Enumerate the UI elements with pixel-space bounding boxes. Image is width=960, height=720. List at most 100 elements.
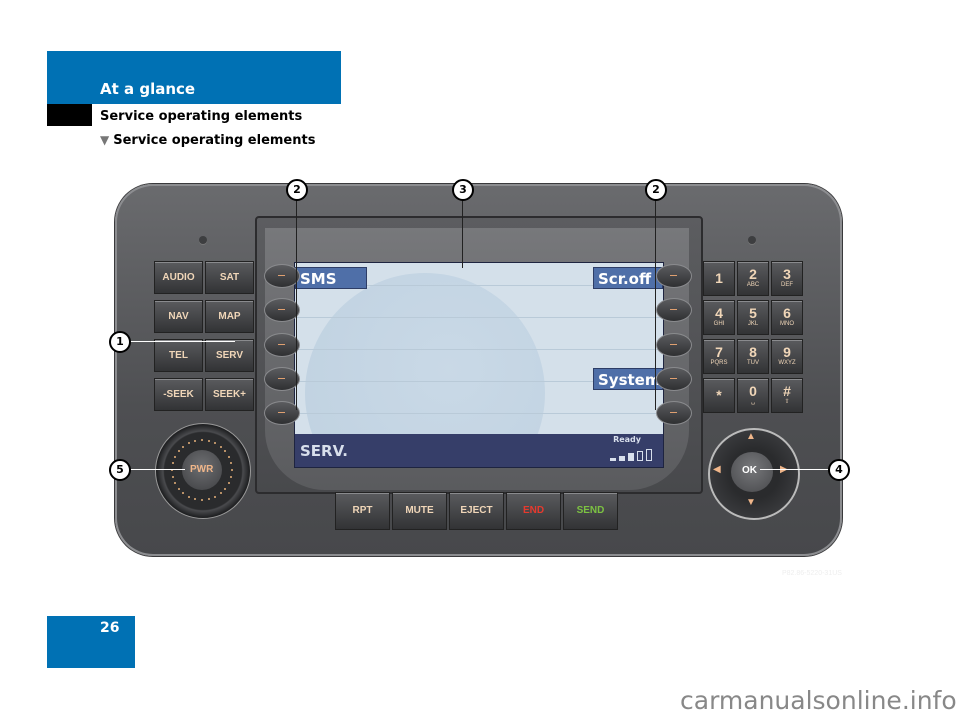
keypad-key-5[interactable]: 5 JKL bbox=[737, 300, 769, 335]
knob-indicator-dot bbox=[177, 450, 180, 453]
left-softkey-5[interactable] bbox=[264, 401, 300, 425]
eject-button[interactable]: EJECT bbox=[449, 492, 504, 530]
softkey-label-system[interactable]: System bbox=[593, 368, 663, 390]
keypad-key-1[interactable]: 1 bbox=[703, 261, 735, 296]
callout-3: 3 bbox=[452, 179, 474, 201]
knob-indicator-dot bbox=[230, 475, 233, 478]
right-softkey-3[interactable] bbox=[656, 333, 692, 357]
key-letters: GHI bbox=[713, 321, 725, 327]
knob-indicator-dot bbox=[228, 455, 231, 458]
arrow-right-icon[interactable]: ▶ bbox=[780, 465, 788, 475]
key-letters: ABC bbox=[746, 282, 760, 288]
key-letters: JKL bbox=[747, 321, 759, 327]
right-softkey-2[interactable] bbox=[656, 298, 692, 322]
knob-indicator-dot bbox=[187, 441, 190, 444]
keypad-key-hash[interactable]: # ⇧ bbox=[771, 378, 803, 413]
key-digit: 8 bbox=[749, 344, 757, 360]
key-letters: ⇧ bbox=[784, 399, 790, 405]
left-softkey-4[interactable] bbox=[264, 367, 300, 391]
key-letters: MNO bbox=[780, 321, 794, 327]
key-digit: 0 bbox=[749, 383, 757, 399]
callout-2-right-line bbox=[655, 198, 656, 410]
keypad-key-9[interactable]: 9 WXYZ bbox=[771, 339, 803, 374]
left-softkey-1[interactable] bbox=[264, 264, 300, 288]
left-softkey-3[interactable] bbox=[264, 333, 300, 357]
key-digit: 5 bbox=[749, 305, 757, 321]
keypad-key-2[interactable]: 2 ABC bbox=[737, 261, 769, 296]
audio-button[interactable]: AUDIO bbox=[154, 261, 203, 294]
key-letters: ␣ bbox=[751, 399, 755, 405]
keypad-key-star[interactable]: * bbox=[703, 378, 735, 413]
serv-button[interactable]: SERV bbox=[205, 339, 254, 372]
seek-back-button[interactable]: -SEEK bbox=[154, 378, 203, 411]
nav-button[interactable]: NAV bbox=[154, 300, 203, 333]
figure-heading: ▼ Service operating elements bbox=[100, 133, 315, 148]
knob-indicator-dot bbox=[228, 482, 231, 485]
softkey-label-sms[interactable]: SMS bbox=[295, 267, 367, 289]
arrow-down-icon[interactable]: ▼ bbox=[746, 498, 756, 508]
knob-indicator-dot bbox=[177, 487, 180, 490]
end-button[interactable]: END bbox=[506, 492, 561, 530]
mute-button[interactable]: MUTE bbox=[392, 492, 447, 530]
callout-2-left: 2 bbox=[286, 179, 308, 201]
right-softkey-5[interactable] bbox=[656, 401, 692, 425]
arrow-up-icon[interactable]: ▲ bbox=[746, 432, 756, 442]
knob-indicator-dot bbox=[201, 439, 203, 441]
figure-heading-text: Service operating elements bbox=[113, 133, 316, 148]
key-digit: 4 bbox=[715, 305, 723, 321]
softkey-label-screen-off[interactable]: Scr.off bbox=[593, 267, 663, 289]
knob-indicator-dot bbox=[214, 496, 217, 499]
seek-forward-button[interactable]: SEEK+ bbox=[205, 378, 254, 411]
key-letters: TUV bbox=[747, 360, 759, 366]
key-digit: 1 bbox=[715, 270, 723, 286]
key-digit: 7 bbox=[715, 344, 723, 360]
status-bar: SERV. Ready bbox=[295, 434, 663, 467]
knob-indicator-dot bbox=[231, 469, 233, 471]
knob-indicator-dot bbox=[182, 445, 185, 448]
callout-2-right: 2 bbox=[645, 179, 667, 201]
knob-indicator-dot bbox=[219, 445, 222, 448]
figure-code: P82.86-5220-31US bbox=[782, 570, 842, 577]
sat-button[interactable]: SAT bbox=[205, 261, 254, 294]
callout-5: 5 bbox=[109, 459, 131, 481]
knob-indicator-dot bbox=[173, 482, 176, 485]
keypad-key-4[interactable]: 4 GHI bbox=[703, 300, 735, 335]
arrow-left-icon[interactable]: ◀ bbox=[713, 465, 721, 475]
key-letters: PQRS bbox=[710, 360, 728, 366]
send-button[interactable]: SEND bbox=[563, 492, 618, 530]
key-letters: DEF bbox=[781, 282, 793, 288]
callout-2-left-line bbox=[296, 198, 297, 410]
triangle-down-icon: ▼ bbox=[100, 133, 110, 147]
keypad-key-7[interactable]: 7 PQRS bbox=[703, 339, 735, 374]
key-letters: WXYZ bbox=[778, 360, 796, 366]
header-marker-block bbox=[47, 104, 92, 126]
display-screen: SMS Scr.off System SERV. Ready bbox=[294, 262, 664, 468]
watermark: carmanualsonline.info bbox=[680, 686, 957, 715]
ok-label: OK bbox=[742, 465, 757, 476]
knob-indicator-dot bbox=[187, 496, 190, 499]
key-digit: 3 bbox=[783, 266, 791, 282]
right-softkey-1[interactable] bbox=[656, 264, 692, 288]
knob-indicator-dot bbox=[207, 439, 210, 442]
knob-indicator-dot bbox=[201, 499, 203, 501]
tel-button[interactable]: TEL bbox=[154, 339, 203, 372]
key-digit: * bbox=[716, 387, 722, 403]
section-title: At a glance bbox=[100, 80, 196, 98]
callout-1: 1 bbox=[109, 331, 131, 353]
status-ready-text: Ready bbox=[613, 435, 641, 444]
keypad-key-3[interactable]: 3 DEF bbox=[771, 261, 803, 296]
knob-indicator-dot bbox=[173, 455, 176, 458]
knob-indicator-dot bbox=[207, 498, 210, 501]
keypad-key-0[interactable]: 0 ␣ bbox=[737, 378, 769, 413]
rpt-button[interactable]: RPT bbox=[335, 492, 390, 530]
map-button[interactable]: MAP bbox=[205, 300, 254, 333]
keypad-key-6[interactable]: 6 MNO bbox=[771, 300, 803, 335]
left-softkey-2[interactable] bbox=[264, 298, 300, 322]
right-softkey-4[interactable] bbox=[656, 367, 692, 391]
callout-1-line bbox=[123, 341, 235, 342]
page-number: 26 bbox=[100, 620, 120, 636]
key-digit: 6 bbox=[783, 305, 791, 321]
keypad-key-8[interactable]: 8 TUV bbox=[737, 339, 769, 374]
callout-3-line bbox=[462, 198, 463, 268]
faceplate-hole-left bbox=[199, 236, 207, 244]
